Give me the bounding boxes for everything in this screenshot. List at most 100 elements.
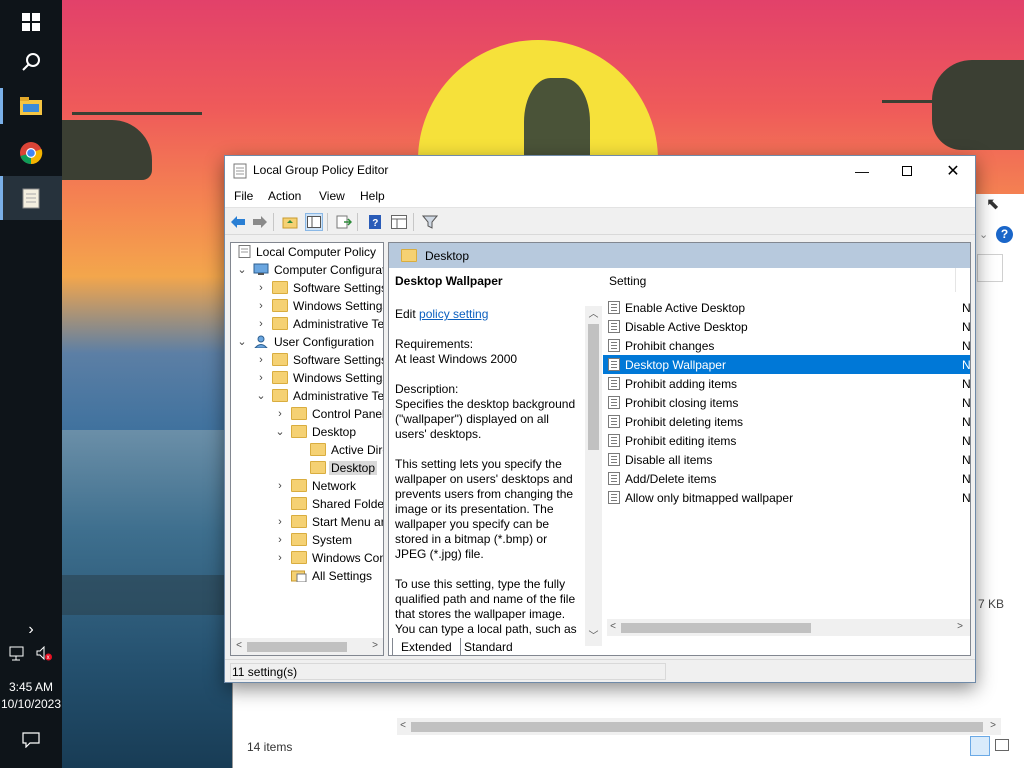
details-view-icon[interactable] <box>970 736 990 756</box>
scroll-right-icon[interactable]: > <box>954 620 966 634</box>
close-button[interactable]: ✕ <box>930 156 976 185</box>
file-explorer-button[interactable] <box>0 84 62 128</box>
description-block: Description: Specifies the desktop backgr… <box>395 382 581 442</box>
scrollbar-thumb[interactable] <box>621 623 811 633</box>
start-button[interactable] <box>0 0 62 44</box>
chevron-right-icon[interactable]: › <box>275 534 285 546</box>
tree-item-windows-settings[interactable]: › Windows Settings <box>231 297 383 315</box>
tree-item-computer-configuration[interactable]: ⌄ Computer Configuration <box>231 261 383 279</box>
help-icon[interactable]: ? <box>996 226 1013 243</box>
chevron-right-icon[interactable]: › <box>256 300 266 312</box>
tree-item-start-menu[interactable]: › Start Menu and Taskbar <box>231 513 383 531</box>
tree-item-active-directory[interactable]: Active Directory <box>231 441 383 459</box>
folder-icon <box>291 515 307 528</box>
tab-extended[interactable]: Extended <box>392 638 461 656</box>
action-center-button[interactable] <box>0 718 62 762</box>
setting-row[interactable]: Enable Active Desktop N <box>603 298 970 317</box>
forward-button[interactable] <box>251 213 269 231</box>
tree-item-control-panel[interactable]: › Control Panel <box>231 405 383 423</box>
tree-item-local-computer-policy[interactable]: Local Computer Policy <box>231 243 383 261</box>
chevron-right-icon[interactable]: › <box>256 282 266 294</box>
minimize-button[interactable]: — <box>839 156 885 185</box>
setting-row[interactable]: Prohibit editing items N <box>603 431 970 450</box>
tree-item-network[interactable]: › Network <box>231 477 383 495</box>
notepad-button[interactable] <box>0 176 62 220</box>
scroll-left-icon[interactable]: < <box>397 719 409 733</box>
clock-time[interactable]: 3:45 AM <box>0 680 62 694</box>
setting-row[interactable]: Prohibit closing items N <box>603 393 970 412</box>
tree-item-shared-folders[interactable]: Shared Folders <box>231 495 383 513</box>
back-button[interactable] <box>229 213 247 231</box>
chevron-right-icon[interactable]: › <box>275 480 285 492</box>
column-header-setting[interactable]: Setting <box>609 274 646 288</box>
setting-row[interactable]: Prohibit deleting items N <box>603 412 970 431</box>
scroll-left-icon[interactable]: < <box>607 620 619 634</box>
setting-name: Disable Active Desktop <box>625 320 748 334</box>
tree-item-administrative-templates[interactable]: › Administrative Templates <box>231 315 383 333</box>
setting-row[interactable]: Prohibit changes N <box>603 336 970 355</box>
setting-row[interactable]: Disable Active Desktop N <box>603 317 970 336</box>
scrollbar-thumb[interactable] <box>247 642 347 652</box>
chevron-down-icon[interactable]: ⌄ <box>237 264 247 276</box>
chrome-button[interactable] <box>0 131 62 175</box>
clock-date[interactable]: 10/10/2023 <box>0 697 62 711</box>
chevron-down-icon[interactable]: ⌄ <box>256 390 266 402</box>
menu-action[interactable]: Action <box>268 189 301 203</box>
scrollbar-thumb[interactable] <box>588 324 599 450</box>
tree-label: Software Settings <box>293 281 384 295</box>
tree-item-desktop-selected[interactable]: Desktop <box>231 459 383 477</box>
scrollbar-thumb[interactable] <box>411 722 983 732</box>
settings-horizontal-scrollbar[interactable]: < > <box>607 619 970 636</box>
volume-muted-icon[interactable]: x <box>35 646 53 662</box>
column-separator[interactable] <box>955 268 956 292</box>
setting-row[interactable]: Prohibit adding items N <box>603 374 970 393</box>
chevron-down-icon[interactable]: ⌄ <box>275 426 285 438</box>
chevron-right-icon[interactable]: › <box>256 318 266 330</box>
scroll-right-icon[interactable]: > <box>369 639 381 653</box>
tree-item-administrative-templates[interactable]: ⌄ Administrative Templates <box>231 387 383 405</box>
description-vertical-scrollbar[interactable]: ︿ ﹀ <box>585 306 602 646</box>
chevron-right-icon[interactable]: › <box>275 552 285 564</box>
chevron-right-icon[interactable]: › <box>275 516 285 528</box>
filter-button[interactable] <box>421 213 439 231</box>
maximize-button[interactable] <box>884 156 930 185</box>
scroll-right-icon[interactable]: > <box>987 719 999 733</box>
help-button[interactable]: ? <box>366 213 384 231</box>
search-box-edge[interactable] <box>977 254 1003 282</box>
chevron-right-icon[interactable]: › <box>275 408 285 420</box>
title-bar[interactable]: Local Group Policy Editor — ✕ <box>225 156 975 185</box>
scroll-left-icon[interactable]: < <box>233 639 245 653</box>
tree-item-windows-components[interactable]: › Windows Components <box>231 549 383 567</box>
tree-item-user-configuration[interactable]: ⌄ User Configuration <box>231 333 383 351</box>
tree-item-all-settings[interactable]: All Settings <box>231 567 383 585</box>
large-icons-view-icon[interactable] <box>995 739 1009 751</box>
setting-row[interactable]: Desktop Wallpaper N <box>603 355 970 374</box>
setting-row[interactable]: Disable all items N <box>603 450 970 469</box>
scroll-up-icon[interactable]: ︿ <box>585 308 602 322</box>
chevron-right-icon[interactable]: › <box>256 372 266 384</box>
setting-row[interactable]: Allow only bitmapped wallpaper N <box>603 488 970 507</box>
export-list-button[interactable] <box>335 213 353 231</box>
tab-standard[interactable]: Standard <box>456 638 521 656</box>
chevron-down-icon[interactable]: ⌄ <box>979 228 988 241</box>
edit-policy-link[interactable]: policy setting <box>419 307 488 321</box>
tree-item-desktop[interactable]: ⌄ Desktop <box>231 423 383 441</box>
search-button[interactable] <box>0 40 62 84</box>
menu-help[interactable]: Help <box>360 189 385 203</box>
details-header: Desktop <box>389 243 970 268</box>
extended-view-button[interactable] <box>390 213 408 231</box>
network-icon[interactable] <box>9 646 27 662</box>
tree-item-software-settings[interactable]: › Software Settings <box>231 279 383 297</box>
up-one-level-button[interactable] <box>281 213 299 231</box>
tree-item-software-settings[interactable]: › Software Settings <box>231 351 383 369</box>
tree-horizontal-scrollbar[interactable]: < > <box>231 638 383 655</box>
chevron-down-icon[interactable]: ⌄ <box>237 336 247 348</box>
menu-file[interactable]: File <box>234 189 253 203</box>
setting-row[interactable]: Add/Delete items N <box>603 469 970 488</box>
menu-view[interactable]: View <box>319 189 345 203</box>
tree-item-system[interactable]: › System <box>231 531 383 549</box>
show-hide-console-tree-button[interactable] <box>305 213 323 231</box>
chevron-right-icon[interactable]: › <box>256 354 266 366</box>
tree-item-windows-settings[interactable]: › Windows Settings <box>231 369 383 387</box>
background-horizontal-scrollbar[interactable]: < > <box>397 718 1001 735</box>
